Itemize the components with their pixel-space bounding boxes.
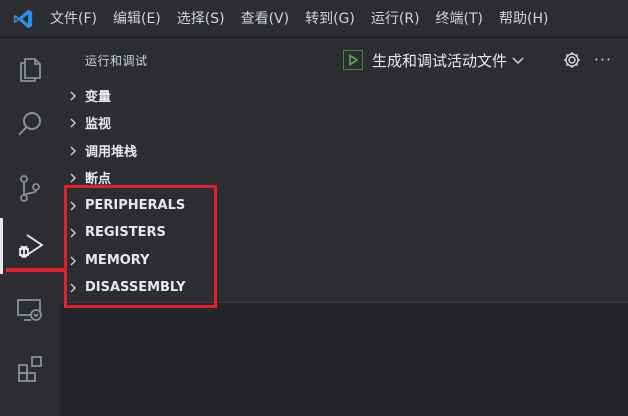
section-memory[interactable]: MEMORY	[60, 247, 628, 274]
activity-source-control[interactable]	[0, 160, 60, 216]
section-disassembly[interactable]: DISASSEMBLY	[60, 274, 628, 301]
sidebar-title: 运行和调试	[85, 53, 148, 68]
remote-explorer-icon	[17, 299, 42, 321]
section-label: 调用堆栈	[85, 145, 138, 160]
section-label: 断点	[85, 172, 112, 187]
title-bar: 文件(F) 编辑(E) 选择(S) 查看(V) 转到(G) 运行(R) 终端(T…	[0, 0, 628, 38]
section-label: PERIPHERALS	[85, 198, 186, 213]
section-call-stack[interactable]: 调用堆栈	[60, 137, 628, 164]
section-label: DISASSEMBLY	[85, 280, 186, 295]
active-indicator	[0, 218, 3, 274]
menu-bar: 文件(F) 编辑(E) 选择(S) 查看(V) 转到(G) 运行(R) 终端(T…	[42, 0, 556, 38]
chevron-down-icon[interactable]	[511, 53, 525, 67]
start-debugging-button[interactable]	[343, 50, 363, 70]
activity-extensions[interactable]	[0, 340, 60, 396]
activity-explorer[interactable]	[0, 40, 60, 96]
chevron-right-icon	[70, 228, 76, 237]
sidebar-header: 运行和调试 生成和调试活动文件 ···	[60, 38, 628, 82]
run-config-label[interactable]: 生成和调试活动文件	[372, 50, 507, 71]
menu-terminal[interactable]: 终端(T)	[428, 0, 491, 38]
menu-view[interactable]: 查看(V)	[233, 0, 298, 38]
section-label: 监视	[85, 117, 112, 132]
chevron-right-icon	[70, 91, 76, 100]
activity-remote-explorer[interactable]	[0, 282, 60, 338]
menu-help[interactable]: 帮助(H)	[491, 0, 556, 38]
section-label: REGISTERS	[85, 225, 166, 240]
chevron-right-icon	[70, 283, 76, 292]
activity-run-debug[interactable]	[0, 218, 60, 274]
more-actions-icon[interactable]: ···	[593, 50, 613, 70]
menu-selection[interactable]: 选择(S)	[169, 0, 233, 38]
activity-search[interactable]	[0, 96, 60, 152]
menu-edit[interactable]: 编辑(E)	[105, 0, 169, 38]
section-label: 变量	[85, 90, 112, 105]
search-icon	[18, 112, 41, 136]
explorer-icon	[20, 58, 41, 82]
run-config-selector[interactable]: 生成和调试活动文件	[343, 48, 525, 72]
section-label: MEMORY	[85, 253, 150, 268]
extensions-icon	[18, 356, 42, 382]
play-icon	[349, 54, 359, 66]
menu-file[interactable]: 文件(F)	[42, 0, 105, 38]
activity-bar	[0, 38, 60, 416]
chevron-right-icon	[70, 201, 76, 210]
section-breakpoints[interactable]: 断点	[60, 164, 628, 191]
section-variables[interactable]: 变量	[60, 82, 628, 109]
section-watch[interactable]: 监视	[60, 109, 628, 136]
annotation-underline	[6, 268, 66, 272]
chevron-right-icon	[70, 256, 76, 265]
chevron-right-icon	[70, 146, 76, 155]
section-peripherals[interactable]: PERIPHERALS	[60, 192, 628, 219]
menu-run[interactable]: 运行(R)	[363, 0, 428, 38]
gear-icon[interactable]	[562, 50, 582, 70]
menu-go[interactable]: 转到(G)	[297, 0, 363, 38]
run-debug-icon	[19, 234, 44, 258]
chevron-right-icon	[70, 118, 76, 127]
sidebar-empty-area	[60, 302, 628, 416]
vscode-logo-icon[interactable]	[12, 8, 34, 30]
source-control-icon	[20, 175, 40, 202]
chevron-right-icon	[70, 173, 76, 182]
section-registers[interactable]: REGISTERS	[60, 219, 628, 246]
